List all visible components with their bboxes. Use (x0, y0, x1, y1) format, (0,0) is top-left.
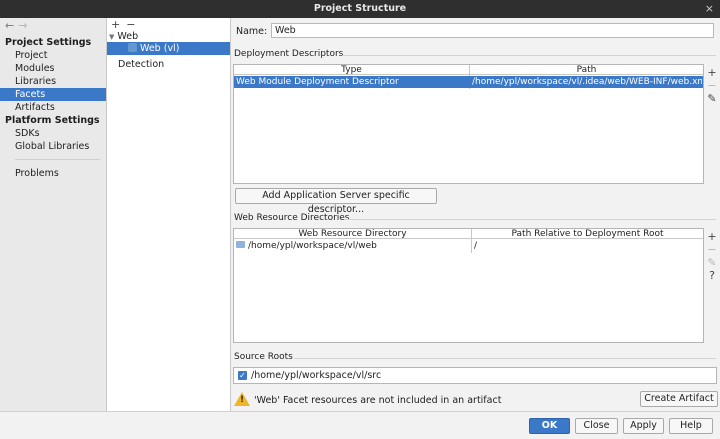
web-facet-icon (128, 43, 137, 52)
web-resource-directories-title: Web Resource Directories (234, 213, 350, 223)
source-roots-title: Source Roots (234, 352, 293, 362)
wr-column-directory[interactable]: Web Resource Directory (234, 229, 471, 239)
nav-item-sdks[interactable]: SDKs (0, 127, 106, 140)
add-directory-icon[interactable]: + (706, 230, 718, 243)
wr-relative-cell: / (474, 241, 478, 251)
folder-icon (236, 241, 245, 248)
section-divider (344, 219, 716, 220)
nav-item-facets[interactable]: Facets (0, 88, 106, 101)
add-descriptor-icon[interactable]: + (706, 66, 718, 79)
table-row[interactable]: /home/ypl/workspace/vl/web / (234, 240, 703, 252)
expand-triangle-icon[interactable]: ▼ (109, 33, 114, 41)
nav-item-libraries[interactable]: Libraries (0, 75, 106, 88)
nav-item-modules[interactable]: Modules (0, 62, 106, 75)
deployment-descriptors-table[interactable]: Type Path Web Module Deployment Descript… (233, 64, 704, 184)
warning-icon: ! (234, 392, 250, 406)
back-arrow-icon[interactable]: ← (5, 19, 18, 32)
warning-message: 'Web' Facet resources are not included i… (254, 395, 502, 406)
dd-column-type[interactable]: Type (234, 65, 469, 75)
tree-node-web-vl[interactable]: Web (vl) (107, 42, 230, 55)
source-root-checkbox[interactable]: ✓ (238, 371, 247, 380)
nav-item-artifacts[interactable]: Artifacts (0, 101, 106, 114)
nav-arrows: ←→ (5, 19, 31, 32)
window-title: Project Structure (313, 3, 407, 14)
facet-settings-form: Name: Web Deployment Descriptors Type Pa… (232, 18, 720, 411)
facet-tree: +− ▼ Web Web (vl) Detection (107, 18, 231, 411)
source-roots-list[interactable]: ✓ /home/ypl/workspace/vl/src (233, 367, 717, 384)
create-artifact-button[interactable]: Create Artifact (640, 391, 718, 407)
forward-arrow-icon[interactable]: → (18, 19, 31, 32)
wr-side-toolbar: + − ✎ ? (706, 230, 718, 282)
dd-column-path[interactable]: Path (470, 65, 703, 75)
nav-item-global-libraries[interactable]: Global Libraries (0, 140, 106, 153)
dd-side-toolbar: + − ✎ (706, 66, 718, 105)
wr-directory-value: /home/ypl/workspace/vl/web (248, 241, 377, 251)
close-window-icon[interactable]: × (705, 0, 714, 18)
web-resource-directories-table[interactable]: Web Resource Directory Path Relative to … (233, 228, 704, 343)
name-label: Name: (236, 26, 268, 37)
tree-node-detection[interactable]: Detection (118, 58, 164, 71)
remove-descriptor-icon[interactable]: − (706, 79, 718, 92)
wr-column-relative-path[interactable]: Path Relative to Deployment Root (472, 229, 703, 239)
settings-nav: ←→ Project Settings Project Modules Libr… (0, 18, 107, 411)
edit-directory-icon[interactable]: ✎ (706, 256, 718, 269)
source-root-path: /home/ypl/workspace/vl/src (251, 370, 382, 381)
tree-node-web-label: Web (117, 31, 139, 42)
add-server-descriptor-button[interactable]: Add Application Server specific descript… (235, 188, 437, 215)
remove-directory-icon[interactable]: − (706, 243, 718, 256)
dialog-footer: OK Close Apply Help (0, 411, 720, 439)
section-divider (342, 55, 716, 56)
help-icon[interactable]: ? (706, 269, 718, 282)
wr-directory-cell: /home/ypl/workspace/vl/web (236, 240, 470, 252)
table-row[interactable]: Web Module Deployment Descriptor /home/y… (234, 76, 703, 88)
ok-button[interactable]: OK (529, 418, 570, 434)
section-divider (294, 358, 716, 359)
tree-node-web-vl-label: Web (vl) (140, 43, 180, 54)
name-field[interactable]: Web (271, 23, 714, 38)
nav-divider (15, 159, 100, 160)
nav-item-project[interactable]: Project (0, 49, 106, 62)
nav-item-problems[interactable]: Problems (0, 167, 106, 180)
help-button[interactable]: Help (669, 418, 713, 434)
project-settings-header: Project Settings (5, 37, 92, 48)
deployment-descriptors-title: Deployment Descriptors (234, 49, 344, 59)
window-titlebar: Project Structure × (0, 0, 720, 18)
platform-settings-header: Platform Settings (5, 115, 100, 126)
apply-button[interactable]: Apply (623, 418, 664, 434)
dd-type-cell: Web Module Deployment Descriptor (236, 77, 399, 87)
close-button[interactable]: Close (575, 418, 618, 434)
edit-descriptor-icon[interactable]: ✎ (706, 92, 718, 105)
dd-path-cell: /home/ypl/workspace/vl/.idea/web/WEB-INF… (472, 77, 702, 87)
